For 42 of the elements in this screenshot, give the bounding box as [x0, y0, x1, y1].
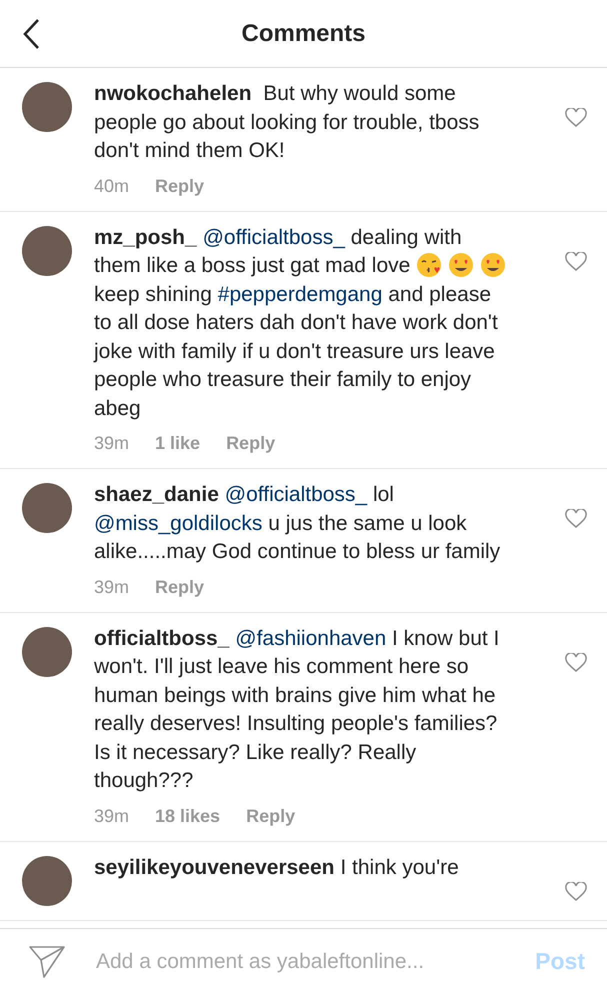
- reply-button[interactable]: Reply: [246, 806, 296, 826]
- mention-link[interactable]: @officialtboss_: [202, 226, 345, 248]
- heart-eyes-face-icon: [480, 252, 506, 278]
- heart-icon: [565, 509, 587, 529]
- reply-button[interactable]: Reply: [155, 576, 204, 598]
- heart-icon: [565, 652, 587, 672]
- back-chevron-icon: [22, 18, 40, 50]
- like-button[interactable]: [565, 252, 587, 274]
- avatar[interactable]: [22, 82, 72, 132]
- kissing-face-icon: [416, 252, 442, 278]
- comment-text: shaez_danie @officialtboss_ lol @miss_goldilocks u jus the same u look alike.....may God continue to bless ur family: [94, 482, 502, 565]
- send-icon[interactable]: [28, 944, 66, 978]
- heart-icon: [565, 882, 587, 902]
- comment-text: mz_posh_ @officialtboss_ dealing with them like a boss just gat mad love keep shining #pepperdemgang and please to all dose haters dah don't have work don't joke with family if u don't treasure urs leave people who treasure their family to enjoy abeg: [94, 224, 514, 423]
- like-button[interactable]: [565, 652, 587, 674]
- mention-link[interactable]: @officialtboss_: [224, 483, 368, 506]
- like-button[interactable]: [565, 108, 587, 130]
- heart-icon: [565, 108, 587, 128]
- avatar[interactable]: [22, 626, 72, 676]
- comment-text: seyilikeyouveneverseen I think you're: [94, 854, 460, 880]
- avatar[interactable]: [22, 483, 72, 533]
- comment-time: 39m: [94, 433, 130, 454]
- mention-link[interactable]: @fashiionhaven: [235, 626, 386, 650]
- heart-eyes-face-icon: [448, 252, 474, 278]
- likes-count[interactable]: 1 like: [155, 433, 200, 454]
- likes-count[interactable]: 18 likes: [155, 806, 220, 826]
- comment-time: 39m: [94, 806, 130, 826]
- heart-icon: [565, 252, 587, 272]
- comment-text: officialtboss_ @fashiionhaven I know but I won't. I'll just leave his comment here so human beings with brains give him what he really deserves! Insulting people's families? Is it necessary? Like really? Really though???: [94, 626, 500, 794]
- comment-time: 39m: [94, 576, 130, 598]
- avatar[interactable]: [22, 226, 72, 276]
- comment-text: nwokochahelen But why would some people go about looking for trouble, tboss don't mind them OK!: [94, 81, 480, 164]
- post-button[interactable]: Post: [535, 948, 585, 975]
- page-title: Comments: [241, 20, 366, 48]
- like-button[interactable]: [565, 509, 587, 531]
- avatar[interactable]: [22, 856, 72, 906]
- mention-link[interactable]: @miss_goldilocks: [94, 512, 262, 534]
- comment-time: 40m: [94, 176, 130, 196]
- reply-button[interactable]: Reply: [226, 433, 276, 454]
- mention-link[interactable]: #pepperdemgang: [218, 282, 382, 306]
- reply-button[interactable]: Reply: [155, 176, 204, 196]
- like-button[interactable]: [565, 882, 587, 904]
